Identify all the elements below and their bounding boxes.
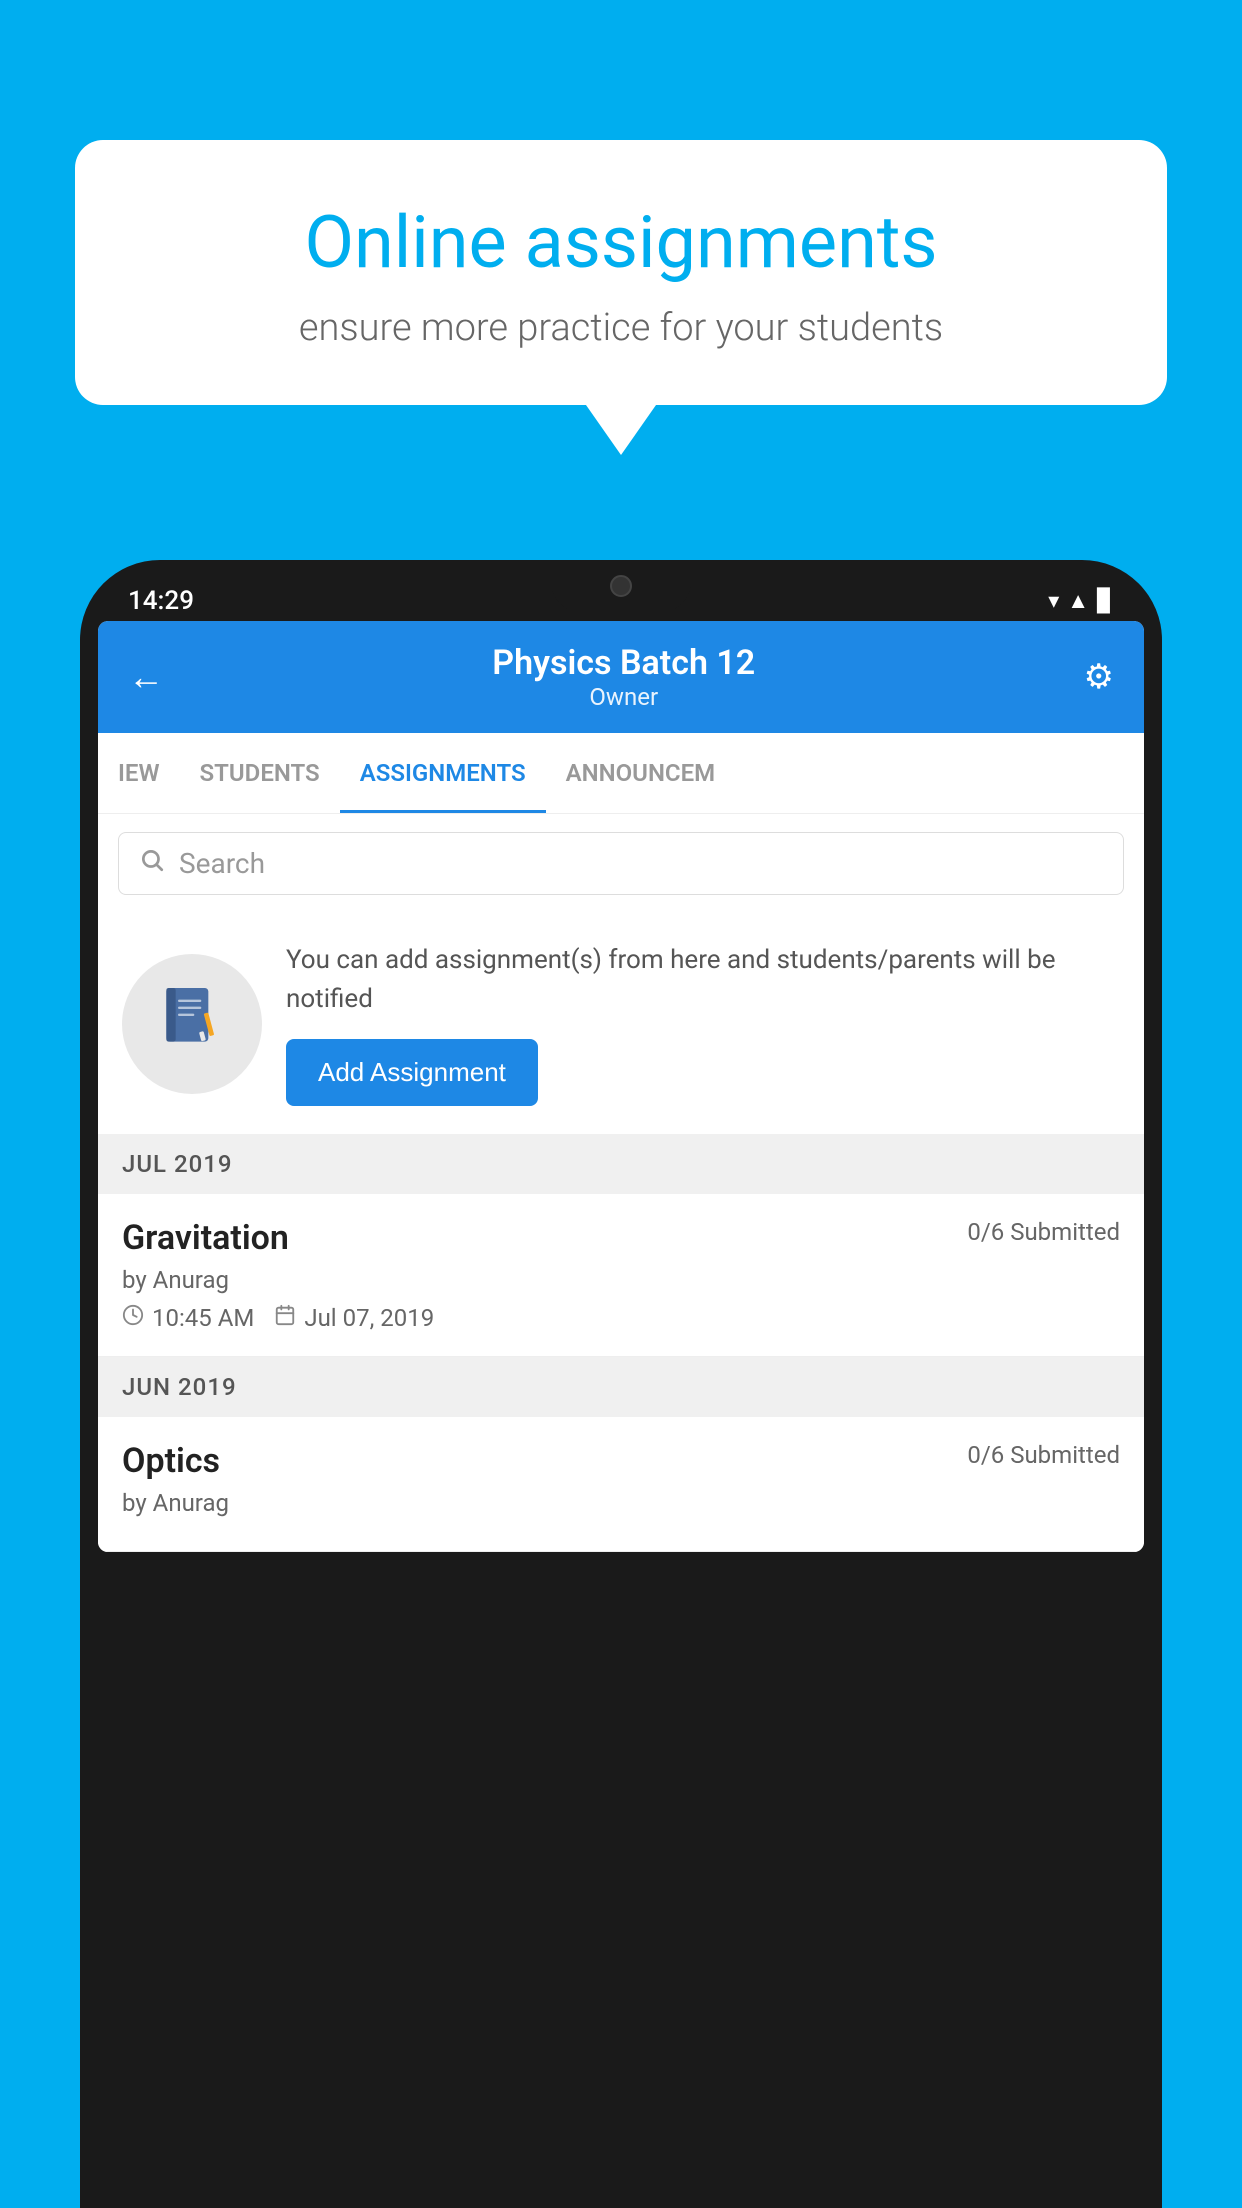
settings-icon[interactable]: ⚙ [1084,657,1114,697]
app-bar-title-container: Physics Batch 12 Owner [492,643,755,711]
assignment-author: by Anurag [122,1266,1120,1294]
info-card: You can add assignment(s) from here and … [98,913,1144,1134]
speech-bubble-title: Online assignments [145,200,1097,286]
search-input-wrapper[interactable]: Search [118,832,1124,895]
assignment-name-optics: Optics [122,1441,220,1481]
tab-iew[interactable]: IEW [98,733,180,813]
status-bar: 14:29 ▾ ▲ ▊ [98,578,1144,616]
assignment-item-header: Gravitation 0/6 Submitted [122,1218,1120,1258]
assignment-time-value: 10:45 AM [152,1304,254,1332]
battery-icon: ▊ [1097,589,1114,614]
assignment-date-value: Jul 07, 2019 [304,1304,434,1332]
section-header-jul: JUL 2019 [98,1134,1144,1194]
app-bar: ← Physics Batch 12 Owner ⚙ [98,621,1144,733]
calendar-icon [274,1304,296,1332]
assignment-submitted: 0/6 Submitted [967,1218,1120,1246]
assignment-item-optics[interactable]: Optics 0/6 Submitted by Anurag [98,1417,1144,1552]
app-bar-title: Physics Batch 12 [492,643,755,683]
assignment-submitted-optics: 0/6 Submitted [967,1441,1120,1469]
speech-bubble-subtitle: ensure more practice for your students [145,306,1097,350]
tab-announcements[interactable]: ANNOUNCEM [546,733,736,813]
assignment-item-optics-header: Optics 0/6 Submitted [122,1441,1120,1481]
info-text-container: You can add assignment(s) from here and … [286,941,1120,1106]
app-bar-subtitle: Owner [492,683,755,711]
speech-bubble-arrow [586,405,656,455]
phone-camera [610,575,632,597]
status-icons: ▾ ▲ ▊ [1048,588,1114,614]
speech-bubble-container: Online assignments ensure more practice … [75,140,1167,455]
wifi-icon: ▾ [1048,589,1059,614]
assignment-time: 10:45 AM [122,1304,254,1332]
notebook-icon [157,981,227,1066]
search-container: Search [98,814,1144,913]
search-icon [139,847,165,880]
phone-screen: ← Physics Batch 12 Owner ⚙ IEW STUDENTS … [98,621,1144,1552]
search-placeholder-text: Search [179,847,265,880]
phone-container: 14:29 ▾ ▲ ▊ ← Physics Batch 12 Owner ⚙ [80,560,1162,2208]
add-assignment-button[interactable]: Add Assignment [286,1039,538,1106]
phone-frame: 14:29 ▾ ▲ ▊ ← Physics Batch 12 Owner ⚙ [80,560,1162,2208]
info-icon-circle [122,954,262,1094]
info-description: You can add assignment(s) from here and … [286,941,1120,1019]
speech-bubble: Online assignments ensure more practice … [75,140,1167,405]
tab-assignments[interactable]: ASSIGNMENTS [340,733,546,813]
tab-students[interactable]: STUDENTS [180,733,340,813]
back-button[interactable]: ← [128,656,164,698]
signal-icon: ▲ [1067,588,1089,614]
clock-icon [122,1304,144,1332]
status-time: 14:29 [128,586,194,616]
assignment-date: Jul 07, 2019 [274,1304,434,1332]
assignment-meta: 10:45 AM Jul 07, 2019 [122,1304,1120,1332]
tabs-container: IEW STUDENTS ASSIGNMENTS ANNOUNCEM [98,733,1144,814]
assignment-name: Gravitation [122,1218,289,1258]
assignment-author-optics: by Anurag [122,1489,1120,1517]
section-header-jun: JUN 2019 [98,1357,1144,1417]
assignment-item-gravitation[interactable]: Gravitation 0/6 Submitted by Anurag 10:4… [98,1194,1144,1357]
phone-notch [551,560,691,612]
